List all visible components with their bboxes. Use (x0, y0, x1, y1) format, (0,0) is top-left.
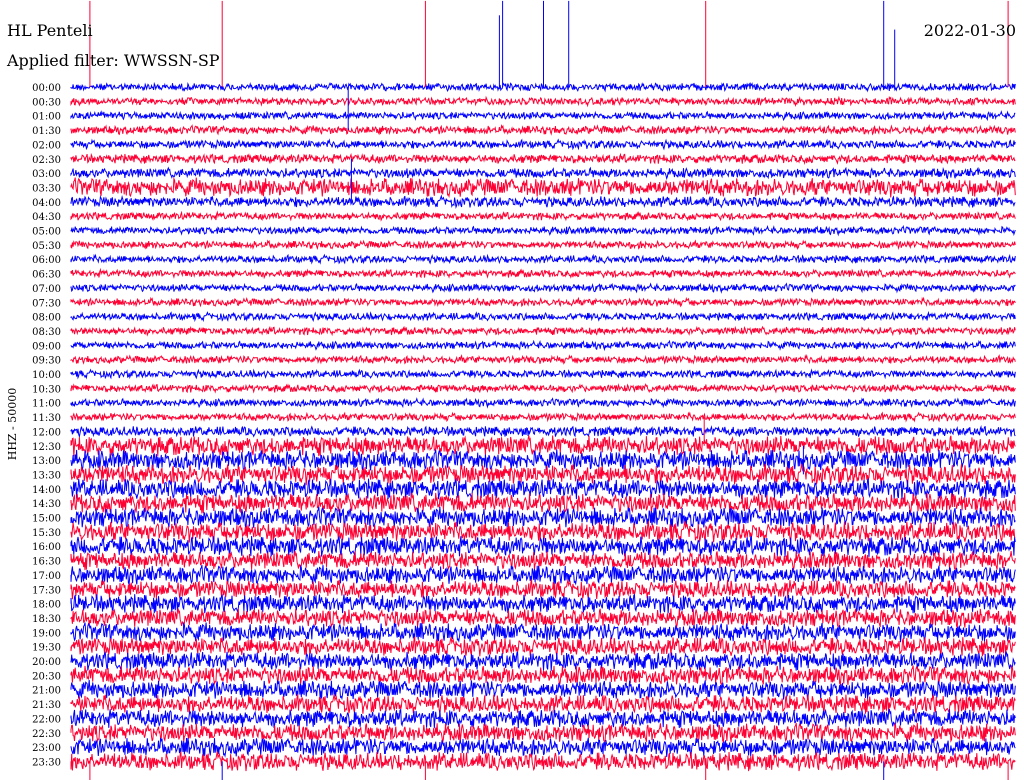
time-tick-label: 00:00 (32, 83, 61, 94)
time-tick-label: 12:00 (32, 427, 61, 438)
time-tick-label: 14:00 (32, 485, 61, 496)
time-tick-label: 02:30 (32, 155, 61, 166)
helicorder-plot: 00:00 00:30 01:00 01:30 02:00 02:30 03:00 03:30… (0, 0, 1024, 780)
time-tick-label: 03:30 (32, 183, 61, 194)
time-tick-label: 23:00 (32, 743, 61, 754)
time-tick-label: 18:30 (32, 614, 61, 625)
time-tick-label: 22:00 (32, 714, 61, 725)
time-tick-label: 07:30 (32, 298, 61, 309)
filter-label: Applied filter: WWSSN-SP (6, 51, 220, 70)
time-tick-label: 19:30 (32, 643, 61, 654)
time-tick-label: 17:30 (32, 585, 61, 596)
time-tick-label: 09:00 (32, 341, 61, 352)
time-tick-label: 21:00 (32, 686, 61, 697)
time-tick-label: 16:30 (32, 557, 61, 568)
station-title: HL Penteli (7, 21, 93, 40)
time-tick-label: 06:30 (32, 270, 61, 281)
y-axis-label: HHZ - 50000 (6, 388, 19, 461)
time-tick-label: 07:00 (32, 284, 61, 295)
time-tick-label: 14:30 (32, 499, 61, 510)
time-tick-label: 21:30 (32, 700, 61, 711)
time-tick-label: 06:00 (32, 255, 61, 266)
time-tick-label: 13:30 (32, 470, 61, 481)
time-tick-label: 23:30 (32, 757, 61, 768)
time-tick-label: 18:00 (32, 600, 61, 611)
time-tick-label: 20:00 (32, 657, 61, 668)
time-tick-label: 01:30 (32, 126, 61, 137)
time-tick-label: 08:30 (32, 327, 61, 338)
time-tick-label: 11:30 (32, 413, 61, 424)
time-tick-label: 01:00 (32, 112, 61, 123)
time-tick-label: 10:30 (32, 384, 61, 395)
time-tick-label: 19:00 (32, 628, 61, 639)
time-tick-label: 16:00 (32, 542, 61, 553)
time-tick-label: 05:30 (32, 241, 61, 252)
time-tick-label: 04:30 (32, 212, 61, 223)
time-tick-label: 02:00 (32, 140, 61, 151)
time-tick-label: 13:00 (32, 456, 61, 467)
time-tick-label: 10:00 (32, 370, 61, 381)
date-label: 2022-01-30 (924, 21, 1016, 40)
time-tick-label: 08:00 (32, 313, 61, 324)
time-tick-label: 11:00 (32, 399, 61, 410)
time-tick-label: 05:00 (32, 227, 61, 238)
time-tick-label: 04:00 (32, 198, 61, 209)
time-tick-label: 00:30 (32, 97, 61, 108)
time-tick-label: 09:30 (32, 356, 61, 367)
time-tick-label: 17:00 (32, 571, 61, 582)
time-tick-label: 20:30 (32, 671, 61, 682)
time-tick-label: 15:00 (32, 514, 61, 525)
time-tick-label: 15:30 (32, 528, 61, 539)
time-tick-label: 22:30 (32, 729, 61, 740)
time-tick-label: 12:30 (32, 442, 61, 453)
time-tick-label: 03:00 (32, 169, 61, 180)
